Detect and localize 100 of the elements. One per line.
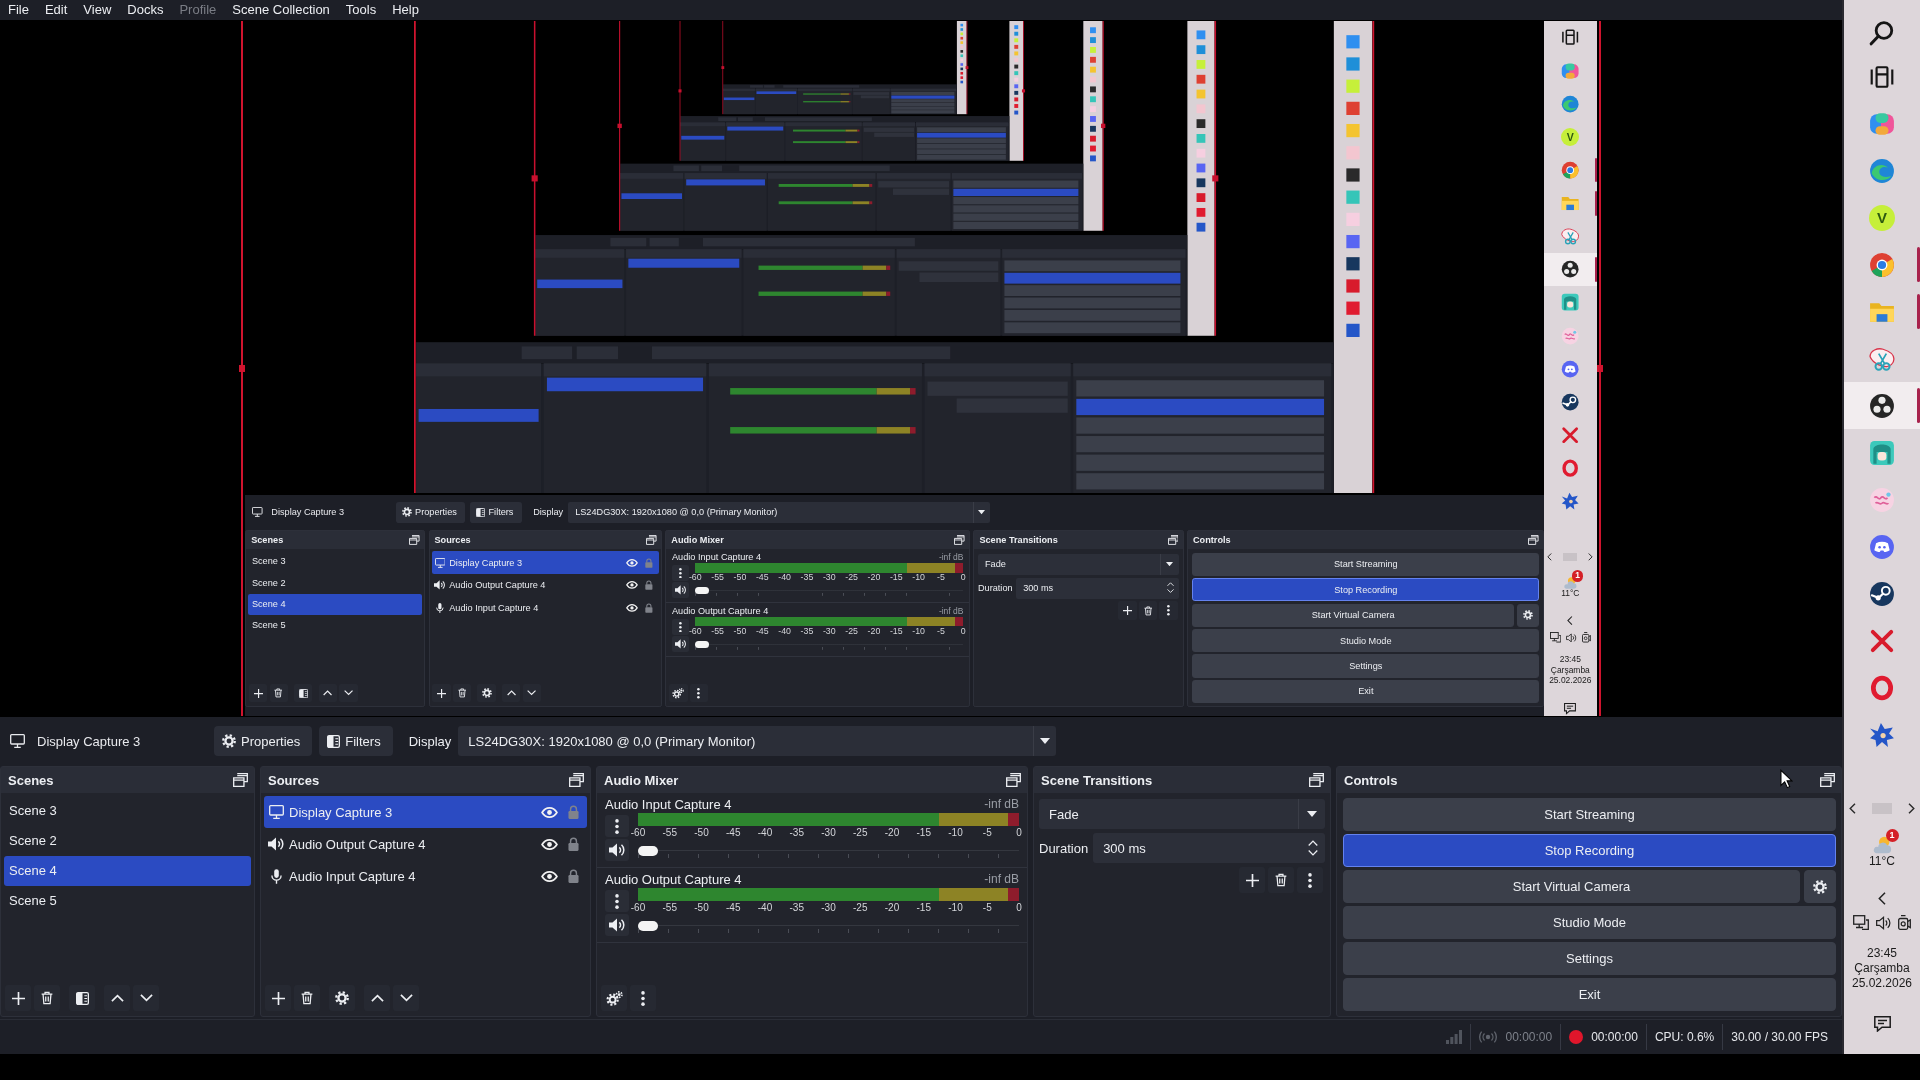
display-dropdown[interactable]: LS24DG30X: 1920x1080 @ 0,0 (Primary Monitor) — [568, 501, 990, 523]
virtual-camera-settings-button[interactable] — [1516, 603, 1540, 627]
control-button[interactable]: Stop Recording — [1343, 834, 1836, 867]
remove-button[interactable] — [269, 684, 288, 703]
control-button[interactable]: Settings — [1192, 654, 1540, 678]
control-button[interactable]: Studio Mode — [1192, 628, 1540, 653]
scene-item[interactable]: Scene 4 — [4, 856, 251, 886]
taskbar-button[interactable]: V — [1844, 194, 1920, 241]
control-button[interactable]: Exit — [1343, 978, 1836, 1011]
scene-filters-button[interactable] — [294, 684, 313, 703]
computer-icon[interactable] — [1853, 915, 1869, 930]
mixer-menu-button[interactable] — [630, 985, 656, 1011]
message-icon[interactable] — [1873, 1016, 1891, 1032]
eye-icon[interactable] — [541, 806, 558, 818]
clock-button[interactable]: 23:45 Çarşamba 25.02.2026 — [1851, 946, 1913, 991]
channel-menu-button[interactable] — [672, 565, 689, 581]
control-button[interactable]: Settings — [1343, 942, 1836, 975]
two-windows-icon[interactable] — [569, 773, 584, 787]
menu-item[interactable]: File — [0, 0, 37, 20]
menu-item[interactable]: Docks — [119, 0, 172, 20]
move-down-button[interactable] — [393, 985, 419, 1011]
source-item[interactable]: Audio Output Capture 4 — [264, 828, 587, 860]
control-button[interactable]: Stop Recording — [1192, 578, 1540, 602]
move-up-button[interactable] — [364, 985, 390, 1011]
control-button[interactable]: Start Streaming — [1343, 798, 1836, 831]
scene-item[interactable]: Scene 3 — [4, 796, 251, 826]
control-button[interactable]: Exit — [1192, 679, 1540, 703]
properties-button[interactable]: Properties — [396, 501, 466, 523]
add-button[interactable] — [265, 985, 291, 1011]
scene-item[interactable]: Scene 5 — [4, 886, 251, 916]
move-up-button[interactable] — [502, 684, 521, 703]
channel-menu-button[interactable] — [605, 815, 629, 837]
remove-button[interactable] — [452, 684, 472, 703]
control-button[interactable]: Studio Mode — [1343, 906, 1836, 939]
two-windows-icon[interactable] — [233, 773, 248, 787]
eye-icon[interactable] — [541, 838, 558, 850]
source-item[interactable]: Audio Input Capture 4 — [264, 860, 587, 892]
channel-menu-button[interactable] — [672, 619, 689, 635]
move-up-button[interactable] — [318, 684, 338, 703]
control-button[interactable]: Start Streaming — [1192, 552, 1540, 577]
scene-item[interactable]: Scene 2 — [248, 572, 422, 594]
filters-button[interactable]: Filters — [319, 726, 393, 756]
chevron-left-icon[interactable] — [1878, 892, 1886, 905]
move-down-button[interactable] — [133, 985, 159, 1011]
transition-dropdown[interactable]: Fade — [977, 553, 1179, 575]
scroll-right-icon[interactable] — [1908, 802, 1915, 814]
menu-item[interactable]: Tools — [337, 0, 385, 20]
remove-button[interactable] — [34, 985, 60, 1011]
scene-item[interactable]: Scene 5 — [248, 614, 422, 636]
speaker-icon[interactable] — [1876, 915, 1891, 930]
add-button[interactable] — [1239, 867, 1265, 893]
menu-item[interactable]: Edit — [36, 0, 76, 20]
duration-field[interactable]: 300 ms — [1016, 577, 1179, 599]
slider-handle[interactable] — [638, 846, 658, 856]
source-item[interactable]: Audio Input Capture 4 — [431, 596, 659, 620]
channel-menu-button[interactable] — [605, 890, 629, 912]
slider-handle[interactable] — [638, 921, 658, 931]
transition-dropdown[interactable]: Fade — [1039, 799, 1325, 829]
source-properties-button[interactable] — [329, 985, 355, 1011]
audio-settings-button[interactable] — [669, 684, 688, 703]
control-button[interactable]: Start Virtual Camera — [1343, 870, 1800, 903]
source-item[interactable]: Audio Output Capture 4 — [431, 574, 659, 597]
remove-button[interactable] — [1268, 867, 1294, 893]
move-up-button[interactable] — [104, 985, 130, 1011]
menu-item[interactable]: View — [75, 0, 120, 20]
menu-item[interactable]: Scene Collection — [224, 0, 338, 20]
transition-menu-button[interactable] — [1159, 601, 1178, 620]
remove-button[interactable] — [1138, 601, 1158, 620]
selection-edge[interactable] — [1596, 21, 1603, 716]
virtual-camera-settings-button[interactable] — [1804, 870, 1836, 903]
add-button[interactable] — [249, 684, 268, 703]
add-button[interactable] — [5, 985, 31, 1011]
add-button[interactable] — [1118, 601, 1137, 620]
remove-button[interactable] — [294, 985, 320, 1011]
two-windows-icon[interactable] — [1309, 773, 1324, 787]
source-properties-button[interactable] — [477, 684, 496, 703]
taskbar-button[interactable] — [1844, 382, 1920, 429]
display-dropdown[interactable]: LS24DG30X: 1920x1080 @ 0,0 (Primary Monitor) — [458, 726, 1057, 756]
transition-menu-button[interactable] — [1297, 867, 1323, 893]
slider-handle[interactable] — [695, 641, 710, 649]
properties-button[interactable]: Properties — [214, 726, 313, 756]
move-down-button[interactable] — [522, 684, 541, 703]
menu-item[interactable]: Help — [384, 0, 427, 20]
duration-field[interactable]: 300 ms — [1093, 833, 1325, 863]
filters-button[interactable]: Filters — [470, 501, 522, 523]
scene-item[interactable]: Scene 4 — [248, 593, 422, 615]
two-windows-icon[interactable] — [1820, 773, 1835, 787]
source-item[interactable]: Display Capture 3 — [431, 551, 659, 574]
move-down-button[interactable] — [339, 684, 358, 703]
control-button[interactable]: Start Virtual Camera — [1192, 603, 1514, 627]
scene-item[interactable]: Scene 3 — [248, 551, 422, 573]
clock-button[interactable]: 23:45 Çarşamba 25.02.2026 — [1549, 654, 1592, 686]
taskbar-button[interactable]: V — [1543, 120, 1597, 154]
eye-icon[interactable] — [541, 870, 558, 882]
mixer-menu-button[interactable] — [689, 684, 708, 703]
audio-settings-button[interactable] — [601, 985, 627, 1011]
slider-handle[interactable] — [695, 587, 710, 595]
scroll-left-icon[interactable] — [1849, 802, 1856, 814]
scene-item[interactable]: Scene 2 — [4, 826, 251, 856]
lock-icon[interactable] — [568, 869, 579, 883]
